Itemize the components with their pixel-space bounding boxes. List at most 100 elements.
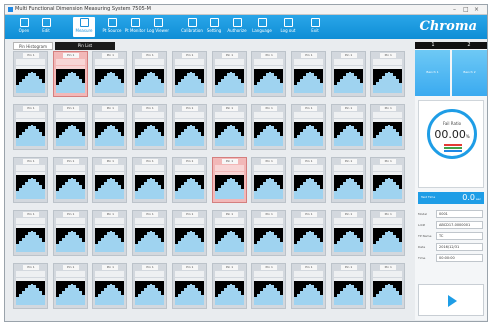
pin-cell[interactable]: Pin 1	[92, 51, 128, 97]
pin-cell-label: Pin 1	[23, 159, 39, 164]
pin-grid: Pin 1 Pin 1 Pin 1 Pin 1 Pin 1 Pin 1 Pin 1 Pin 1…	[13, 51, 411, 317]
toolbar-label: Calibration	[181, 28, 203, 33]
pin-histogram	[95, 228, 125, 252]
pin-cell[interactable]: Pin 1	[13, 157, 48, 203]
info-row: Model 0001	[418, 210, 484, 219]
pin-cell[interactable]: Pin 1	[52, 104, 88, 150]
pin-cell[interactable]: Pin 1	[13, 104, 48, 150]
pin-cell-label: Pin 1	[62, 106, 79, 111]
toolbar-button-language[interactable]: Language	[251, 17, 273, 37]
window-title: Multi Functional Dimension Measuring Sys…	[15, 6, 151, 12]
pin-cell[interactable]: Pin 1	[171, 210, 207, 256]
maximize-icon[interactable]: □	[463, 5, 469, 14]
toolbar-button-pt-monitor[interactable]: Pt Monitor	[124, 17, 146, 37]
toolbar-label: Setting	[206, 28, 222, 33]
pin-histogram	[333, 175, 363, 199]
pin-histogram	[174, 228, 204, 252]
pin-cell[interactable]: Pin 1	[211, 157, 247, 203]
minimize-icon[interactable]: –	[453, 5, 456, 14]
pin-cell[interactable]: Pin 1	[211, 104, 247, 150]
pin-histogram	[16, 281, 45, 305]
pin-cell[interactable]: Pin 1	[92, 104, 128, 150]
pin-cell[interactable]: Pin 1	[52, 263, 88, 309]
pin-cell[interactable]: Pin 1	[370, 51, 406, 97]
pin-cell[interactable]: Pin 1	[370, 263, 406, 309]
toolbar-button-calibration[interactable]: Calibration	[181, 17, 203, 37]
pin-cell[interactable]: Pin 1	[132, 157, 168, 203]
pin-histogram	[95, 281, 125, 305]
pin-cell[interactable]: Pin 1	[171, 104, 207, 150]
toolbar-button-pt-source[interactable]: Pt Source	[101, 17, 123, 37]
fail-ratio-value: 00.00%	[434, 128, 470, 141]
tab-pin-list[interactable]: Pin List	[55, 42, 115, 50]
info-value: TC	[436, 232, 483, 240]
pin-cell[interactable]: Pin 1	[211, 263, 247, 309]
pin-cell[interactable]: Pin 1	[171, 263, 207, 309]
pin-cell-label: Pin 1	[181, 212, 198, 217]
pin-cell[interactable]: Pin 1	[132, 104, 168, 150]
toolbar-button-measure[interactable]: Measure	[73, 17, 95, 37]
pin-cell[interactable]: Pin 1	[251, 51, 287, 97]
toolbar-button-open[interactable]: Open	[13, 17, 35, 37]
pin-cell-label: Pin 1	[261, 159, 278, 164]
pin-cell[interactable]: Pin 1	[92, 263, 128, 309]
toolbar-button-setting[interactable]: Setting	[203, 17, 225, 37]
pin-cell-label: Pin 1	[300, 159, 317, 164]
pin-cell[interactable]: Pin 1	[132, 263, 168, 309]
app-window: Multi Functional Dimension Measuring Sys…	[4, 4, 488, 322]
pin-cell[interactable]: Pin 1	[13, 210, 48, 256]
pin-cell[interactable]: Pin 1	[52, 51, 88, 97]
pin-cell[interactable]: Pin 1	[370, 157, 406, 203]
pin-cell[interactable]: Pin 1	[330, 104, 366, 150]
status-bars	[444, 144, 462, 153]
close-icon[interactable]: ×	[474, 5, 479, 14]
toolbar-button-authorize[interactable]: Authorize	[226, 17, 248, 37]
toolbar-button-log-out[interactable]: Log out	[277, 17, 299, 37]
pin-cell[interactable]: Pin 1	[171, 157, 207, 203]
pin-cell[interactable]: Pin 1	[370, 210, 406, 256]
pin-cell[interactable]: Pin 1	[13, 51, 48, 97]
pin-cell[interactable]: Pin 1	[290, 210, 326, 256]
pin-cell[interactable]: Pin 1	[251, 210, 287, 256]
pin-cell[interactable]: Pin 1	[13, 263, 48, 309]
pin-cell[interactable]: Pin 1	[290, 104, 326, 150]
pin-histogram	[174, 122, 204, 146]
pin-cell[interactable]: Pin 1	[330, 210, 366, 256]
pin-histogram	[373, 69, 403, 93]
info-row: TP Name TC	[418, 232, 484, 241]
pin-cell[interactable]: Pin 1	[330, 51, 366, 97]
pin-cell[interactable]: Pin 1	[92, 210, 128, 256]
pin-cell[interactable]: Pin 1	[132, 51, 168, 97]
pin-cell[interactable]: Pin 1	[92, 157, 128, 203]
pin-cell[interactable]: Pin 1	[52, 210, 88, 256]
pin-cell-label: Pin 1	[340, 159, 357, 164]
pin-cell[interactable]: Pin 1	[370, 104, 406, 150]
pin-cell[interactable]: Pin 1	[211, 51, 247, 97]
pin-cell[interactable]: Pin 1	[52, 157, 88, 203]
pin-cell-label: Pin 1	[181, 106, 198, 111]
pin-cell[interactable]: Pin 1	[290, 263, 326, 309]
pin-cell[interactable]: Pin 1	[251, 263, 287, 309]
pin-cell[interactable]: Pin 1	[132, 210, 168, 256]
pin-cell[interactable]: Pin 1	[290, 51, 326, 97]
toolbar-button-edit[interactable]: Edit	[35, 17, 57, 37]
pin-cell[interactable]: Pin 1	[171, 51, 207, 97]
pin-cell[interactable]: Pin 1	[330, 263, 366, 309]
channel-2-button[interactable]: Bench 2	[452, 50, 487, 96]
pin-cell[interactable]: Pin 1	[290, 157, 326, 203]
channel-1-button[interactable]: Bench 1	[415, 50, 450, 96]
test-time-value: 0.0 sec	[462, 193, 481, 202]
pin-cell[interactable]: Pin 1	[251, 157, 287, 203]
toolbar-button-log-viewer[interactable]: Log Viewer	[147, 17, 169, 37]
pin-cell[interactable]: Pin 1	[251, 104, 287, 150]
pin-cell[interactable]: Pin 1	[211, 210, 247, 256]
pin-histogram	[373, 175, 403, 199]
pin-histogram	[16, 228, 45, 252]
pin-cell-label: Pin 1	[142, 106, 159, 111]
pin-histogram	[16, 122, 45, 146]
tab-pin-histogram[interactable]: Pin Histogram	[13, 42, 53, 50]
pin-cell[interactable]: Pin 1	[330, 157, 366, 203]
start-button[interactable]	[418, 284, 484, 316]
toolbar-button-exit[interactable]: Exit	[304, 17, 326, 37]
pin-cell-label: Pin 1	[142, 212, 159, 217]
